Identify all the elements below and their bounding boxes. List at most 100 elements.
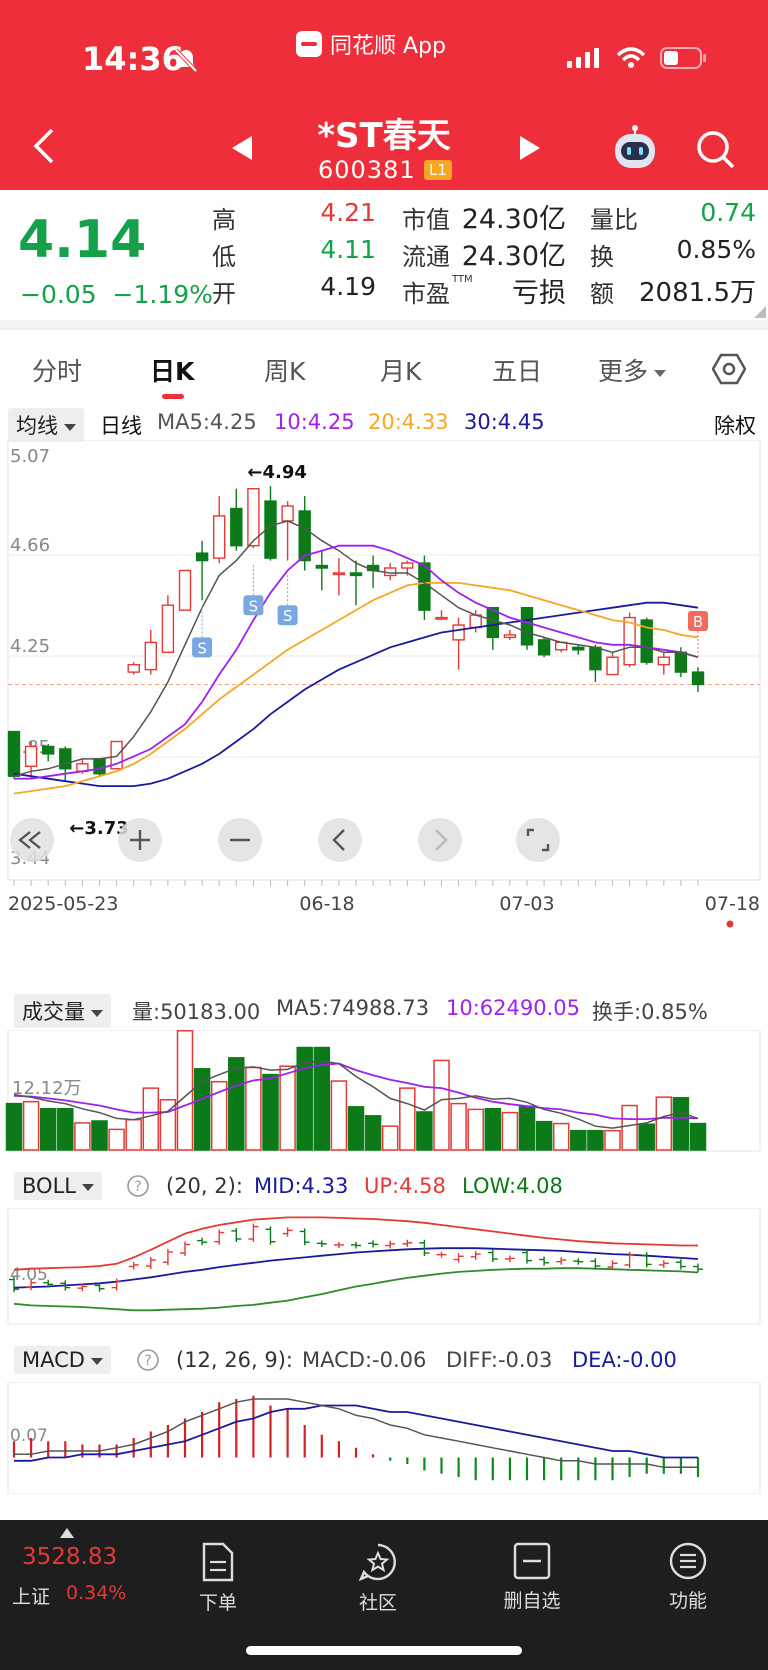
search-icon[interactable] (694, 128, 736, 170)
status-time: 14:36 (82, 40, 184, 78)
candle (315, 564, 328, 569)
candle (127, 663, 140, 673)
high-annotation: ←4.94 (247, 462, 307, 483)
change-pct: −1.19% (112, 280, 213, 309)
remove-watchlist-button[interactable]: 删自选 (482, 1542, 582, 1613)
volume-bar (228, 1057, 245, 1151)
volume-bar (570, 1129, 587, 1151)
change-value: −0.05 (20, 280, 97, 309)
y-tick-label: 0.07 (10, 1426, 48, 1446)
svg-text:?: ? (144, 1353, 151, 1369)
sell-marker-label: S (249, 597, 259, 615)
menu-circle-icon (669, 1542, 707, 1580)
volume-chart[interactable]: 12.12万 (0, 1030, 768, 1154)
settings-icon[interactable] (712, 352, 746, 386)
candle (24, 745, 38, 767)
community-label: 社区 (358, 1592, 397, 1614)
float-value: 24.30亿 (461, 241, 566, 272)
period-label: 日线 (100, 414, 142, 438)
scroll-right-icon[interactable] (418, 818, 462, 862)
tab-more[interactable]: 更多 (598, 352, 667, 388)
volume-ma10: 10:62490.05 (446, 996, 580, 1020)
community-button[interactable]: 社区 (328, 1542, 428, 1615)
macd-legend: MACD ? (12, 26, 9): MACD:-0.06 DIFF:-0.0… (0, 1344, 768, 1380)
order-button[interactable]: 下单 (168, 1542, 268, 1615)
tab-five-day[interactable]: 五日 (492, 352, 542, 388)
battery-icon (660, 47, 706, 69)
volume-bar (381, 1125, 399, 1151)
level-badge: L1 (424, 160, 452, 180)
tab-monthly-k[interactable]: 月K (380, 352, 421, 388)
volume-bar (57, 1108, 74, 1151)
volume-bar (604, 1129, 621, 1151)
volume-dropdown[interactable]: 成交量 (14, 994, 111, 1028)
app-logo-icon (296, 31, 322, 57)
boll-legend: BOLL ? (20, 2): MID:4.33 UP:4.58 LOW:4.0… (0, 1170, 768, 1206)
volume-bar (74, 1122, 91, 1151)
volume-value: 量:50183.00 (132, 1000, 261, 1024)
boll-chart[interactable]: 4.05 (0, 1208, 768, 1326)
volume-bar (535, 1120, 553, 1151)
zoom-in-icon[interactable] (118, 818, 162, 862)
home-indicator[interactable] (246, 1646, 522, 1655)
remove-box-icon (513, 1542, 551, 1580)
boll-mid: MID:4.33 (254, 1174, 349, 1198)
adjust-button[interactable]: 除权 (714, 410, 756, 440)
tab-intraday[interactable]: 分时 (32, 352, 82, 388)
index-pct: 0.34% (66, 1582, 127, 1604)
volume-bar (689, 1122, 707, 1151)
volume-bar (450, 1102, 467, 1151)
zoom-minus-icon[interactable] (218, 818, 262, 862)
candle (589, 646, 602, 671)
status-icons (566, 46, 708, 70)
functions-button[interactable]: 功能 (638, 1542, 738, 1613)
volume-bar (313, 1046, 331, 1151)
index-value[interactable]: 3528.83 (22, 1544, 117, 1570)
volume-bar (621, 1104, 638, 1151)
low-label: 低 (212, 243, 236, 271)
x-tick-label: 07-18 (705, 893, 760, 915)
volume-bar (433, 1059, 450, 1151)
candle (230, 507, 243, 547)
x-tick-label: 06-18 (299, 893, 354, 915)
fullscreen-icon[interactable] (516, 818, 560, 862)
amount-label: 额 (590, 280, 614, 308)
candle (674, 651, 688, 673)
functions-label: 功能 (668, 1590, 707, 1612)
help-icon[interactable]: ? (126, 1174, 150, 1198)
macd-chart[interactable]: 0.07 (0, 1382, 768, 1494)
bell-muted-icon (174, 48, 198, 73)
tab-daily-k[interactable]: 日K (150, 352, 194, 388)
candle (144, 641, 158, 671)
indicator-dropdown[interactable]: 均线 (8, 408, 84, 442)
volume-bar (638, 1123, 655, 1151)
boll-up: UP:4.58 (364, 1174, 446, 1198)
current-price: 4.14 (18, 210, 147, 270)
y-tick-label: 5.07 (10, 446, 50, 467)
help-icon[interactable]: ? (136, 1348, 160, 1372)
next-stock-icon[interactable] (518, 134, 542, 162)
zoom-out-arrows-icon[interactable] (10, 818, 54, 862)
float-label: 流通 (402, 243, 450, 271)
volume-bar (518, 1105, 536, 1151)
boll-dropdown[interactable]: BOLL (14, 1172, 102, 1200)
macd-dropdown[interactable]: MACD (14, 1346, 111, 1374)
macd-params: (12, 26, 9): (176, 1348, 293, 1372)
ma-legend-row: 均线 日线 MA5:4.25 10:4.25 20:4.33 30:4.45 除… (0, 406, 768, 442)
robot-assistant-icon[interactable] (610, 124, 660, 174)
candle (623, 616, 636, 666)
high-label: 高 (212, 206, 236, 234)
kline-chart[interactable]: 5.074.664.253.853.44←4.94←3.73SSSB2025-0… (0, 440, 768, 980)
tab-weekly-k[interactable]: 周K (264, 352, 305, 388)
cellular-signal-icon (567, 48, 599, 68)
volume-bar (262, 1073, 279, 1151)
scroll-left-icon[interactable] (318, 818, 362, 862)
boll-low: LOW:4.08 (462, 1174, 563, 1198)
volume-bar (91, 1120, 108, 1151)
chevron-down-icon (91, 1009, 103, 1017)
volume-bar (330, 1080, 348, 1151)
ma30-value: 30:4.45 (464, 410, 545, 434)
volume-bar (142, 1087, 160, 1151)
expand-corner-icon[interactable] (754, 306, 766, 318)
candle (59, 748, 72, 770)
